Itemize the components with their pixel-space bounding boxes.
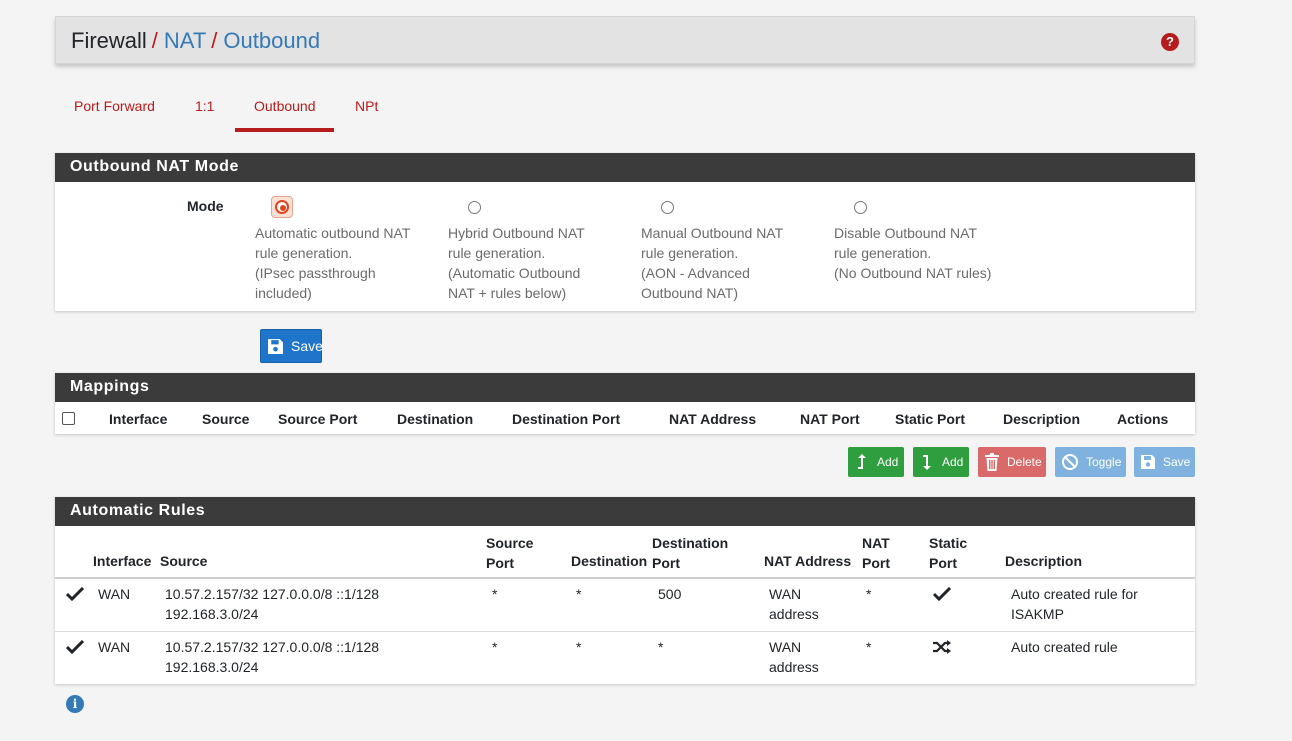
row-nat-port: *: [866, 639, 872, 655]
save-mode-button[interactable]: Save: [260, 329, 323, 363]
col-source-port: Source Port: [486, 535, 534, 571]
row-description: Auto created rule: [1011, 639, 1118, 655]
col-interface: Interface: [93, 553, 152, 569]
col-nat-port[interactable]: NAT Port: [800, 411, 860, 427]
save-mappings-label: Save: [1163, 455, 1191, 469]
add-rule-top-label: Add: [877, 455, 899, 469]
mode-option-hybrid-text: Hybrid Outbound NAT rule generation. (Auto…: [448, 225, 585, 301]
ban-icon: [1062, 454, 1078, 470]
col-nat-port: NAT Port: [862, 535, 890, 571]
col-interface[interactable]: Interface: [109, 411, 167, 427]
mode-label: Mode: [187, 198, 224, 214]
info-circle-icon[interactable]: i: [66, 695, 84, 713]
question-circle-icon[interactable]: ?: [1161, 33, 1179, 51]
col-description: Description: [1005, 553, 1083, 569]
row-source-port: *: [492, 639, 498, 655]
active-tab-indicator: [235, 128, 334, 132]
breadcrumb-firewall: Firewall: [71, 28, 147, 53]
row-destination-port: 500: [658, 586, 682, 602]
breadcrumb: Firewall / NAT / Outbound: [71, 28, 320, 54]
col-destination: Destination: [571, 553, 648, 569]
col-source: Source: [160, 553, 208, 569]
row-nat-address: WAN address: [769, 586, 819, 622]
row-destination: *: [576, 639, 582, 655]
col-static-port[interactable]: Static Port: [895, 411, 965, 427]
breadcrumb-outbound-link[interactable]: Outbound: [223, 28, 320, 53]
row-source-port: *: [492, 586, 498, 602]
page-header: Firewall / NAT / Outbound ?: [55, 16, 1195, 64]
row-nat-address: WAN address: [769, 639, 819, 675]
floppy-disk-icon: [268, 338, 283, 354]
trash-icon: [985, 453, 999, 471]
row-nat-port: *: [866, 586, 872, 602]
check-icon: [933, 587, 951, 601]
outbound-nat-mode-panel: Outbound NAT Mode: [55, 153, 1195, 311]
col-static-port: Static Port: [929, 535, 968, 571]
panel-title: Mappings: [55, 373, 1195, 402]
save-mappings-button[interactable]: Save: [1134, 447, 1195, 477]
toggle-button[interactable]: Toggle: [1055, 447, 1126, 477]
tab-port-forward[interactable]: Port Forward: [74, 98, 155, 114]
check-icon: [66, 587, 84, 601]
panel-title: Automatic Rules: [55, 497, 1195, 526]
random-icon: [933, 640, 951, 654]
breadcrumb-separator: /: [151, 28, 158, 53]
col-destination-port[interactable]: Destination Port: [512, 411, 620, 427]
breadcrumb-nat-link[interactable]: NAT: [164, 28, 206, 53]
col-actions: Actions: [1117, 411, 1169, 427]
mode-option-automatic-text: Automatic outbound NAT rule generation. (I…: [255, 225, 411, 301]
col-nat-address[interactable]: NAT Address: [669, 411, 756, 427]
tab-npt[interactable]: NPt: [355, 98, 378, 114]
mode-radio-manual[interactable]: [661, 201, 674, 214]
select-all-checkbox[interactable]: [62, 412, 75, 425]
check-icon: [66, 640, 84, 654]
level-up-icon: [858, 454, 866, 469]
breadcrumb-separator: /: [211, 28, 218, 53]
col-source-port[interactable]: Source Port: [278, 411, 357, 427]
row-source: 10.57.2.157/32 127.0.0.0/8 ::1/128 192.16…: [165, 639, 380, 675]
mode-radio-hybrid[interactable]: [468, 201, 481, 214]
mode-radio-automatic[interactable]: [271, 196, 293, 218]
add-rule-bottom-label: Add: [942, 455, 964, 469]
add-rule-top-button[interactable]: Add: [848, 447, 904, 477]
row-interface: WAN: [98, 639, 131, 655]
row-destination-port: *: [658, 639, 664, 655]
mode-radio-disable[interactable]: [854, 201, 867, 214]
col-destination-port: Destination Port: [652, 535, 729, 571]
floppy-disk-icon: [1141, 455, 1155, 469]
toggle-label: Toggle: [1086, 455, 1122, 469]
col-source[interactable]: Source: [202, 411, 249, 427]
row-interface: WAN: [98, 586, 131, 602]
row-description: Auto created rule for ISAKMP: [1011, 586, 1138, 622]
delete-button[interactable]: Delete: [978, 447, 1046, 477]
tab-one-to-one[interactable]: 1:1: [195, 98, 214, 114]
panel-title: Outbound NAT Mode: [55, 153, 1195, 182]
col-nat-address: NAT Address: [764, 553, 852, 569]
mode-option-disable-text: Disable Outbound NAT rule generation. (No …: [834, 225, 992, 281]
row-source: 10.57.2.157/32 127.0.0.0/8 ::1/128 192.16…: [165, 586, 380, 622]
row-destination: *: [576, 586, 582, 602]
add-rule-bottom-button[interactable]: Add: [913, 447, 969, 477]
col-destination[interactable]: Destination: [397, 411, 473, 427]
level-down-icon: [923, 455, 931, 470]
save-mode-label: Save: [291, 338, 323, 354]
delete-label: Delete: [1007, 455, 1042, 469]
col-description[interactable]: Description: [1003, 411, 1080, 427]
mode-option-manual-text: Manual Outbound NAT rule generation. (AON …: [641, 225, 784, 301]
tab-outbound[interactable]: Outbound: [254, 98, 316, 114]
